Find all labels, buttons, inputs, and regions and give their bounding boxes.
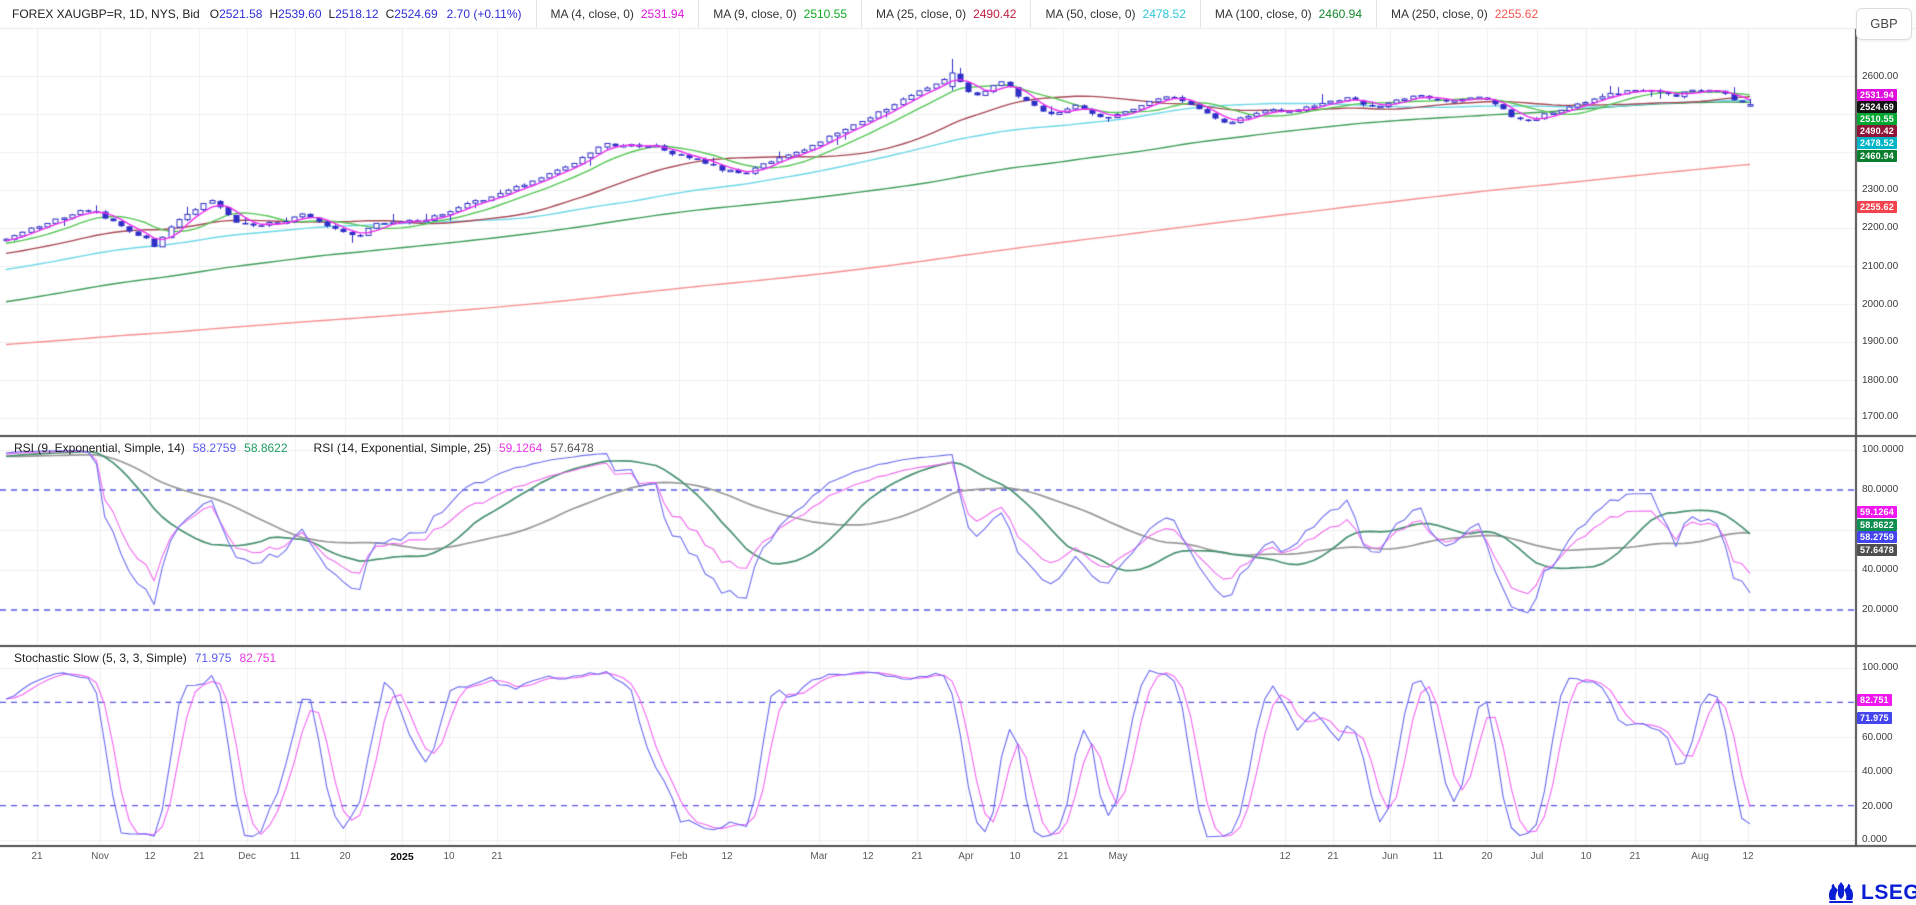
time-axis-label: 20 bbox=[339, 851, 350, 862]
stoch-pane-legend: Stochastic Slow (5, 3, 3, Simple) 71.975 8… bbox=[14, 651, 276, 665]
rsi-badge: 58.2759 bbox=[1857, 531, 1897, 543]
currency-button[interactable]: GBP bbox=[1856, 8, 1912, 40]
time-axis-label: 11 bbox=[290, 851, 300, 862]
time-axis-label: May bbox=[1109, 851, 1128, 862]
time-axis-label: Jul bbox=[1531, 851, 1544, 862]
time-axis-label: 20 bbox=[1481, 851, 1492, 862]
stoch-badge: 71.975 bbox=[1857, 712, 1892, 724]
time-axis-label: 12 bbox=[144, 851, 155, 862]
legend-item: 2460.94 bbox=[1319, 0, 1362, 28]
price-axis-tick: 1900.00 bbox=[1862, 336, 1898, 347]
price-badge: 2531.94 bbox=[1857, 89, 1897, 101]
legend-item: L bbox=[329, 0, 336, 28]
price-badge: 2460.94 bbox=[1857, 150, 1897, 162]
legend-item: 58.8622 bbox=[244, 441, 287, 455]
legend-item: 2521.58 bbox=[219, 0, 262, 28]
stoch-legend[interactable]: Stochastic Slow (5, 3, 3, Simple) bbox=[14, 651, 187, 665]
time-axis-label: 21 bbox=[1057, 851, 1068, 862]
time-axis-label: 12 bbox=[1279, 851, 1290, 862]
time-axis-label: 11 bbox=[1433, 851, 1443, 862]
time-axis-label: Nov bbox=[91, 851, 109, 862]
time-axis-label: Aug bbox=[1691, 851, 1709, 862]
time-axis-label: 12 bbox=[1742, 851, 1753, 862]
price-axis-tick: 2200.00 bbox=[1862, 222, 1898, 233]
chart-application: { "currency_button": {"label": "GBP"}, "… bbox=[0, 0, 1916, 905]
stoch-axis-tick: 0.000 bbox=[1862, 834, 1887, 845]
time-axis-label: Apr bbox=[958, 851, 974, 862]
ma25-legend[interactable]: MA (25, close, 0) bbox=[861, 0, 966, 28]
time-axis-label: 10 bbox=[1580, 851, 1591, 862]
price-axis-tick: 1700.00 bbox=[1862, 411, 1898, 422]
time-axis-label: 2025 bbox=[390, 851, 413, 863]
stoch-axis-tick: 60.000 bbox=[1862, 732, 1893, 743]
time-axis-label: 21 bbox=[1327, 851, 1338, 862]
time-axis-label: 12 bbox=[721, 851, 732, 862]
legend-item: 2510.55 bbox=[804, 0, 847, 28]
legend-item: 59.1264 bbox=[499, 441, 542, 455]
legend-item: 2518.12 bbox=[335, 0, 378, 28]
price-badge: 2510.55 bbox=[1857, 113, 1897, 125]
rsi-axis-tick: 40.0000 bbox=[1862, 564, 1898, 575]
price-badge: 2490.42 bbox=[1857, 125, 1897, 137]
legend-item: 2490.42 bbox=[973, 0, 1016, 28]
time-axis-label: Jun bbox=[1382, 851, 1398, 862]
legend-item: 82.751 bbox=[239, 651, 276, 665]
rsi-axis-tick: 80.0000 bbox=[1862, 484, 1898, 495]
price-badge: 2478.52 bbox=[1857, 137, 1897, 149]
time-axis-label: Feb bbox=[670, 851, 687, 862]
rsi-pane-legend: RSI (9, Exponential, Simple, 14) 58.2759 5… bbox=[14, 441, 594, 455]
lseg-logo-text: LSEG bbox=[1861, 881, 1916, 905]
stoch-axis-tick: 40.000 bbox=[1862, 766, 1893, 777]
lseg-crest-icon bbox=[1826, 880, 1856, 905]
legend-item: 2478.52 bbox=[1143, 0, 1186, 28]
price-axis-tick: 2000.00 bbox=[1862, 299, 1898, 310]
stoch-axis-tick: 20.000 bbox=[1862, 801, 1893, 812]
time-axis-label: Mar bbox=[810, 851, 827, 862]
time-axis-label: 10 bbox=[1009, 851, 1020, 862]
lseg-logo: LSEG bbox=[1826, 880, 1916, 905]
time-axis-label: 21 bbox=[1629, 851, 1640, 862]
legend-item: 57.6478 bbox=[550, 441, 593, 455]
time-axis-label: 10 bbox=[443, 851, 454, 862]
legend-item: 2539.60 bbox=[278, 0, 321, 28]
rsi-axis-tick: 100.0000 bbox=[1862, 444, 1904, 455]
legend-item: 2.70 (+0.11%) bbox=[447, 0, 522, 28]
price-axis-tick: 2600.00 bbox=[1862, 71, 1898, 82]
legend-item: C bbox=[386, 0, 395, 28]
time-axis-label: Dec bbox=[238, 851, 256, 862]
legend-item: H bbox=[269, 0, 278, 28]
legend-item: O bbox=[210, 0, 219, 28]
legend-item: 71.975 bbox=[195, 651, 232, 665]
rsi-axis-tick: 20.0000 bbox=[1862, 604, 1898, 615]
rsi-badge: 57.6478 bbox=[1857, 544, 1897, 556]
time-axis-label: 21 bbox=[193, 851, 204, 862]
ma250-legend[interactable]: MA (250, close, 0) bbox=[1376, 0, 1488, 28]
stoch-axis-tick: 100.000 bbox=[1862, 662, 1898, 673]
price-badge: 2255.62 bbox=[1857, 201, 1897, 213]
legend-item: 2531.94 bbox=[641, 0, 684, 28]
ma9-legend[interactable]: MA (9, close, 0) bbox=[698, 0, 796, 28]
stoch-badge: 82.751 bbox=[1857, 694, 1892, 706]
price-badge: 2524.69 bbox=[1857, 101, 1897, 113]
instrument-label[interactable]: FOREX XAUGBP=R, 1D, NYS, Bid bbox=[12, 0, 200, 28]
ma50-legend[interactable]: MA (50, close, 0) bbox=[1030, 0, 1135, 28]
ma4-legend[interactable]: MA (4, close, 0) bbox=[536, 0, 634, 28]
time-axis-label: 21 bbox=[911, 851, 922, 862]
rsi-badge: 59.1264 bbox=[1857, 506, 1897, 518]
legend-item: 58.2759 bbox=[193, 441, 236, 455]
rsi-badge: 58.8622 bbox=[1857, 519, 1897, 531]
price-axis-tick: 2100.00 bbox=[1862, 261, 1898, 272]
price-axis-tick: 1800.00 bbox=[1862, 375, 1898, 386]
rsi9-legend[interactable]: RSI (9, Exponential, Simple, 14) bbox=[14, 441, 185, 455]
time-axis-label: 21 bbox=[31, 851, 42, 862]
time-axis-label: 12 bbox=[862, 851, 873, 862]
rsi14-legend[interactable]: RSI (14, Exponential, Simple, 25) bbox=[314, 441, 491, 455]
chart-legend: FOREX XAUGBP=R, 1D, NYS, BidO2521.58H253… bbox=[12, 0, 1538, 28]
ma100-legend[interactable]: MA (100, close, 0) bbox=[1200, 0, 1312, 28]
time-axis-label: 21 bbox=[491, 851, 502, 862]
price-axis-tick: 2300.00 bbox=[1862, 184, 1898, 195]
legend-item: 2255.62 bbox=[1495, 0, 1538, 28]
legend-item: 2524.69 bbox=[394, 0, 437, 28]
